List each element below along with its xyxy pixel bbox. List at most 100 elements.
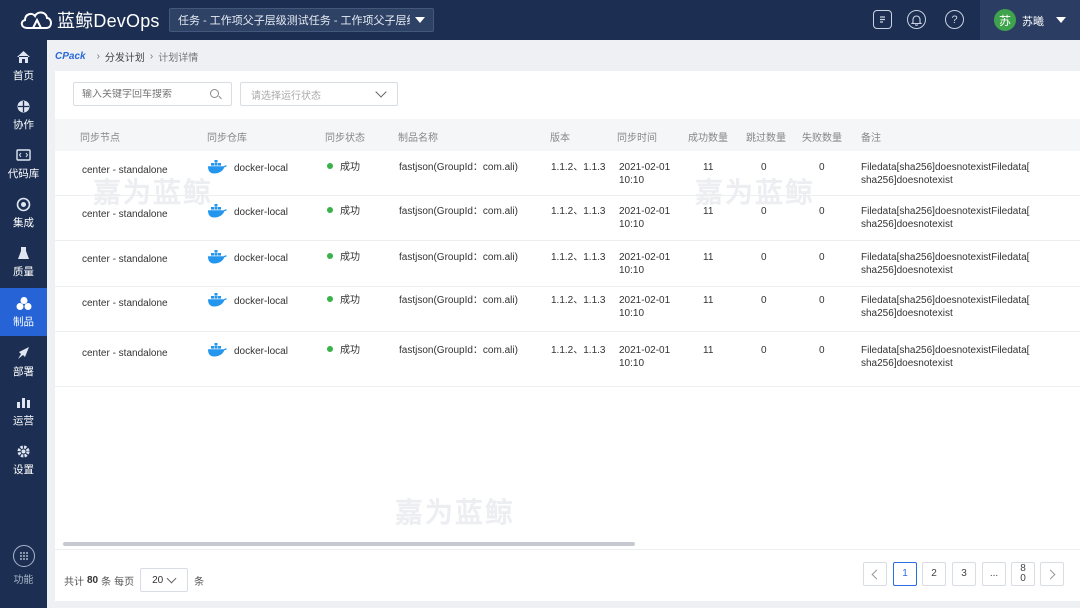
failed-count: 0 bbox=[819, 345, 825, 356]
sync-date: 2021-02-01 bbox=[619, 206, 671, 217]
integration-icon bbox=[15, 196, 33, 212]
success-count: 11 bbox=[703, 345, 714, 356]
sync-date: 2021-02-01 bbox=[619, 162, 671, 173]
note-line-2: sha256]doesnotexist bbox=[861, 308, 953, 319]
sidebar-item-settings[interactable]: 设置 bbox=[0, 436, 47, 484]
search-input-wrapper[interactable] bbox=[73, 82, 232, 106]
sidebar: 首页 协作 代码库 集成 质量 制品 部署 运营 设置 功能 bbox=[0, 40, 47, 608]
status-select[interactable]: 请选择运行状态 bbox=[240, 82, 398, 106]
status-text: 成功 bbox=[340, 345, 360, 356]
skipped-count: 0 bbox=[761, 162, 767, 173]
table-row[interactable]: center - standalone docker-local 成功 fast… bbox=[55, 287, 1080, 332]
sync-time: 10:10 bbox=[619, 308, 645, 319]
chevron-down-icon bbox=[375, 86, 387, 98]
apps-grid-icon bbox=[12, 545, 35, 567]
sidebar-item-code-repo[interactable]: 代码库 bbox=[0, 140, 47, 188]
sync-node: center - standalone bbox=[82, 348, 168, 359]
user-menu[interactable]: 苏 苏曦 bbox=[980, 0, 1080, 40]
sync-status: 成功 bbox=[327, 251, 360, 264]
sidebar-item-quality[interactable]: 质量 bbox=[0, 238, 47, 286]
caret-down-icon bbox=[415, 17, 425, 23]
search-icon[interactable] bbox=[210, 89, 219, 98]
home-icon bbox=[15, 49, 33, 65]
status-dot-icon bbox=[327, 163, 333, 169]
main-panel: 嘉为蓝鲸 嘉为蓝鲸 嘉为蓝鲸 请选择运行状态 同步节点 同步仓库 同步状态 制品… bbox=[55, 71, 1080, 601]
sidebar-item-collaborate[interactable]: 协作 bbox=[0, 91, 47, 139]
chevron-right-icon: › bbox=[96, 50, 100, 62]
bell-icon[interactable] bbox=[907, 10, 926, 29]
repo-name[interactable]: docker-local bbox=[234, 207, 288, 218]
page-size-select[interactable]: 20 bbox=[140, 568, 189, 592]
chevron-right-icon: › bbox=[149, 50, 154, 62]
status-dot-icon bbox=[327, 346, 333, 352]
deploy-icon bbox=[15, 345, 33, 361]
sync-time: 10:10 bbox=[619, 358, 645, 369]
note-line-2: sha256]doesnotexist bbox=[861, 175, 953, 186]
artifact-name[interactable]: fastjson(GroupId：com.ali) bbox=[399, 205, 518, 218]
page-button-3[interactable]: 3 bbox=[952, 562, 976, 586]
project-selector[interactable]: 任务 - 工作项父子层级测试任务 - 工作项父子层级测... bbox=[169, 8, 434, 32]
column-header: 跳过数量 bbox=[746, 133, 786, 144]
page-button-2[interactable]: 2 bbox=[922, 562, 946, 586]
chevron-right-icon bbox=[1045, 569, 1056, 579]
failed-count: 0 bbox=[819, 252, 825, 263]
operations-icon bbox=[15, 394, 33, 410]
total-prefix: 共计 bbox=[64, 576, 84, 588]
cpack-logo[interactable]: CPack bbox=[55, 51, 86, 62]
sidebar-item-deploy[interactable]: 部署 bbox=[0, 338, 47, 386]
sidebar-item-operations[interactable]: 运营 bbox=[0, 387, 47, 435]
page-ellipsis[interactable]: ... bbox=[982, 562, 1006, 586]
repo-name[interactable]: docker-local bbox=[234, 253, 288, 264]
status-text: 成功 bbox=[340, 162, 360, 173]
horizontal-scrollbar[interactable] bbox=[63, 542, 635, 546]
settings-icon bbox=[15, 443, 33, 459]
sync-node: center - standalone bbox=[82, 209, 168, 220]
page-button-1[interactable]: 1 bbox=[893, 562, 917, 586]
document-icon[interactable] bbox=[873, 10, 892, 29]
status-text: 成功 bbox=[340, 295, 360, 306]
divider bbox=[55, 549, 1080, 550]
status-dot-icon bbox=[327, 253, 333, 259]
table-row[interactable]: center - standalone docker-local 成功 fast… bbox=[55, 241, 1080, 287]
repo-name[interactable]: docker-local bbox=[234, 346, 288, 357]
prev-page-button[interactable] bbox=[863, 562, 887, 586]
breadcrumb-parent[interactable]: 分发计划 bbox=[105, 49, 145, 64]
artifact-name[interactable]: fastjson(GroupId：com.ali) bbox=[399, 161, 518, 174]
chevron-down-icon bbox=[166, 573, 177, 584]
total-unit: 条 bbox=[101, 576, 112, 588]
code-repo-icon bbox=[15, 147, 33, 163]
app-logo[interactable]: 蓝鲸DevOps bbox=[18, 8, 160, 32]
search-input[interactable] bbox=[82, 88, 202, 100]
sync-node: center - standalone bbox=[82, 298, 168, 309]
sidebar-item-artifact[interactable]: 制品 bbox=[0, 288, 47, 336]
sidebar-item-label: 代码库 bbox=[7, 168, 40, 180]
column-header: 同步节点 bbox=[80, 133, 120, 144]
sync-repo: docker-local bbox=[207, 343, 288, 358]
page-button-last[interactable]: 80 bbox=[1011, 562, 1035, 586]
table-row[interactable]: center - standalone docker-local 成功 fast… bbox=[55, 151, 1080, 196]
repo-name[interactable]: docker-local bbox=[234, 296, 288, 307]
function-menu-button[interactable]: 功能 bbox=[0, 545, 47, 593]
note-line-2: sha256]doesnotexist bbox=[861, 219, 953, 230]
table-row[interactable]: center - standalone docker-local 成功 fast… bbox=[55, 332, 1080, 387]
note-line-1: Filedata[sha256]doesnotexistFiledata[ bbox=[861, 345, 1030, 356]
chevron-left-icon bbox=[871, 569, 882, 579]
failed-count: 0 bbox=[819, 295, 825, 306]
pagination-summary: 共计 80 条 每页 20 条 bbox=[64, 568, 204, 592]
skipped-count: 0 bbox=[761, 206, 767, 217]
skipped-count: 0 bbox=[761, 295, 767, 306]
next-page-button[interactable] bbox=[1040, 562, 1064, 586]
function-label: 功能 bbox=[13, 575, 34, 586]
repo-name[interactable]: docker-local bbox=[234, 163, 288, 174]
app-name: 蓝鲸DevOps bbox=[57, 11, 160, 31]
status-dot-icon bbox=[327, 296, 333, 302]
artifact-name[interactable]: fastjson(GroupId：com.ali) bbox=[399, 251, 518, 264]
help-icon[interactable]: ? bbox=[945, 10, 964, 29]
watermark: 嘉为蓝鲸 bbox=[395, 497, 516, 528]
artifact-name[interactable]: fastjson(GroupId：com.ali) bbox=[399, 294, 518, 307]
artifact-name[interactable]: fastjson(GroupId：com.ali) bbox=[399, 344, 518, 357]
sidebar-item-home[interactable]: 首页 bbox=[0, 42, 47, 90]
docker-icon bbox=[208, 160, 227, 174]
table-row[interactable]: center - standalone docker-local 成功 fast… bbox=[55, 196, 1080, 241]
sidebar-item-integration[interactable]: 集成 bbox=[0, 189, 47, 237]
